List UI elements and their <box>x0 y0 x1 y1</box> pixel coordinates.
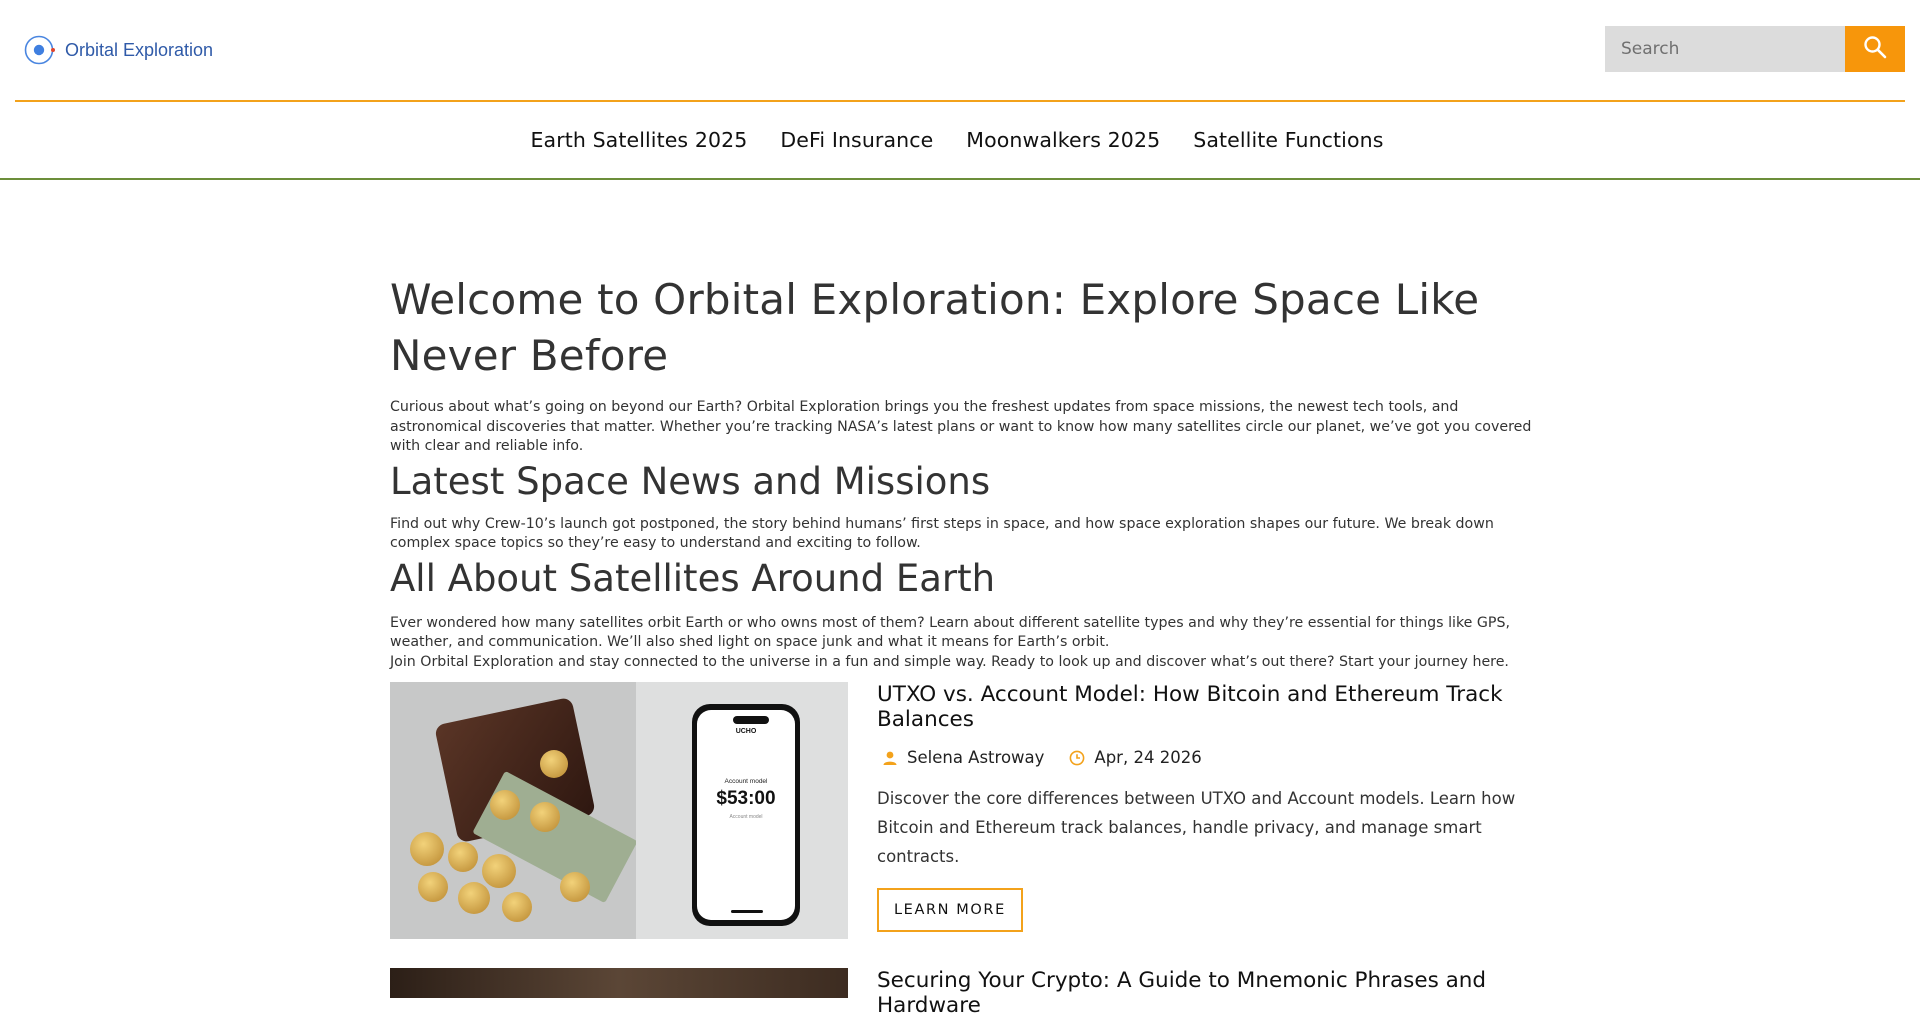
wallet-image <box>390 682 638 939</box>
post-thumbnail[interactable] <box>390 968 848 998</box>
clock-icon <box>1069 750 1085 766</box>
post-title[interactable]: Securing Your Crypto: A Guide to Mnemoni… <box>877 968 1540 1018</box>
orbit-logo-icon <box>23 33 57 67</box>
section-title-news: Latest Space News and Missions <box>390 459 991 503</box>
main-content: Welcome to Orbital Exploration: Explore … <box>390 272 1540 672</box>
section-title-satellites: All About Satellites Around Earth <box>390 556 996 600</box>
page-title: Welcome to Orbital Exploration: Explore … <box>390 275 1480 380</box>
search-button[interactable] <box>1845 26 1905 72</box>
nav-item-satellite-functions[interactable]: Satellite Functions <box>1193 128 1383 152</box>
post-body: Securing Your Crypto: A Guide to Mnemoni… <box>877 968 1540 1018</box>
post-thumbnail[interactable]: UCHO Account model $53:00 Account model <box>390 682 848 939</box>
logo-text: Orbital Exploration <box>65 39 214 60</box>
learn-more-button[interactable]: LEARN MORE <box>877 888 1023 932</box>
search-form <box>1605 26 1905 72</box>
search-input[interactable] <box>1605 26 1845 72</box>
main-nav: Earth Satellites 2025 DeFi Insurance Moo… <box>0 102 1920 180</box>
post-body: UTXO vs. Account Model: How Bitcoin and … <box>877 682 1540 932</box>
site-logo[interactable]: Orbital Exploration <box>23 33 213 67</box>
intro-paragraph: Curious about what’s going on beyond our… <box>390 399 1532 454</box>
nav-item-earth-satellites-2025[interactable]: Earth Satellites 2025 <box>530 128 747 152</box>
post-author[interactable]: Selena Astroway <box>907 748 1044 767</box>
section-text-satellites: Ever wondered how many satellites orbit … <box>390 614 1510 651</box>
nav-item-moonwalkers-2025[interactable]: Moonwalkers 2025 <box>966 128 1160 152</box>
section-text-news: Find out why Crew-10’s launch got postpo… <box>390 515 1494 552</box>
user-icon <box>882 750 898 766</box>
post-date: Apr, 24 2026 <box>1094 748 1202 767</box>
post-meta: Selena Astroway Apr, 24 2026 <box>877 748 1540 767</box>
site-header: Orbital Exploration <box>15 0 1905 102</box>
nav-item-defi-insurance[interactable]: DeFi Insurance <box>780 128 933 152</box>
section-text-join: Join Orbital Exploration and stay connec… <box>390 653 1509 670</box>
post-excerpt: Discover the core differences between UT… <box>877 789 1516 866</box>
phone-image: UCHO Account model $53:00 Account model <box>636 682 848 939</box>
search-icon <box>1863 35 1887 63</box>
post-title[interactable]: UTXO vs. Account Model: How Bitcoin and … <box>877 682 1540 732</box>
